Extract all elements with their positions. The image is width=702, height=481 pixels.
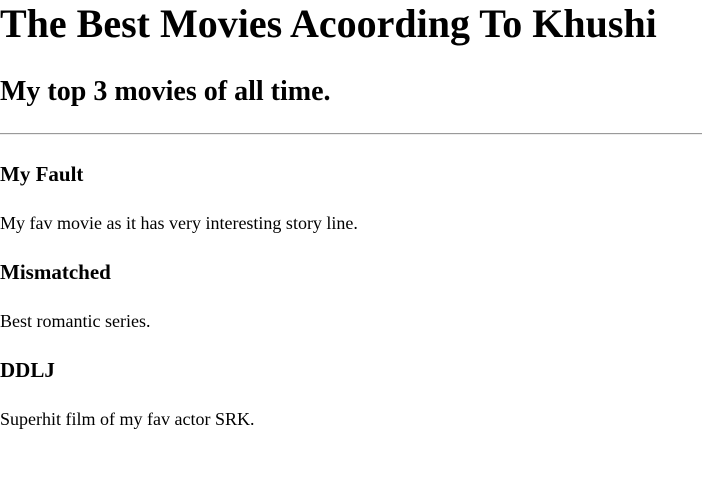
horizontal-divider (0, 133, 702, 135)
page-title: The Best Movies Acoording To Khushi (0, 1, 657, 46)
page: The Best Movies Acoording To Khushi My t… (0, 0, 702, 481)
movie-description-ddlj: Superhit film of my fav actor SRK. (0, 409, 255, 429)
movie-title-ddlj: DDLJ (0, 358, 55, 382)
movie-description-my-fault: My fav movie as it has very interesting … (0, 213, 358, 233)
page-subtitle: My top 3 movies of all time. (0, 76, 331, 107)
movie-title-mismatched: Mismatched (0, 260, 111, 284)
movie-description-mismatched: Best romantic series. (0, 311, 151, 331)
movie-title-my-fault: My Fault (0, 162, 84, 186)
